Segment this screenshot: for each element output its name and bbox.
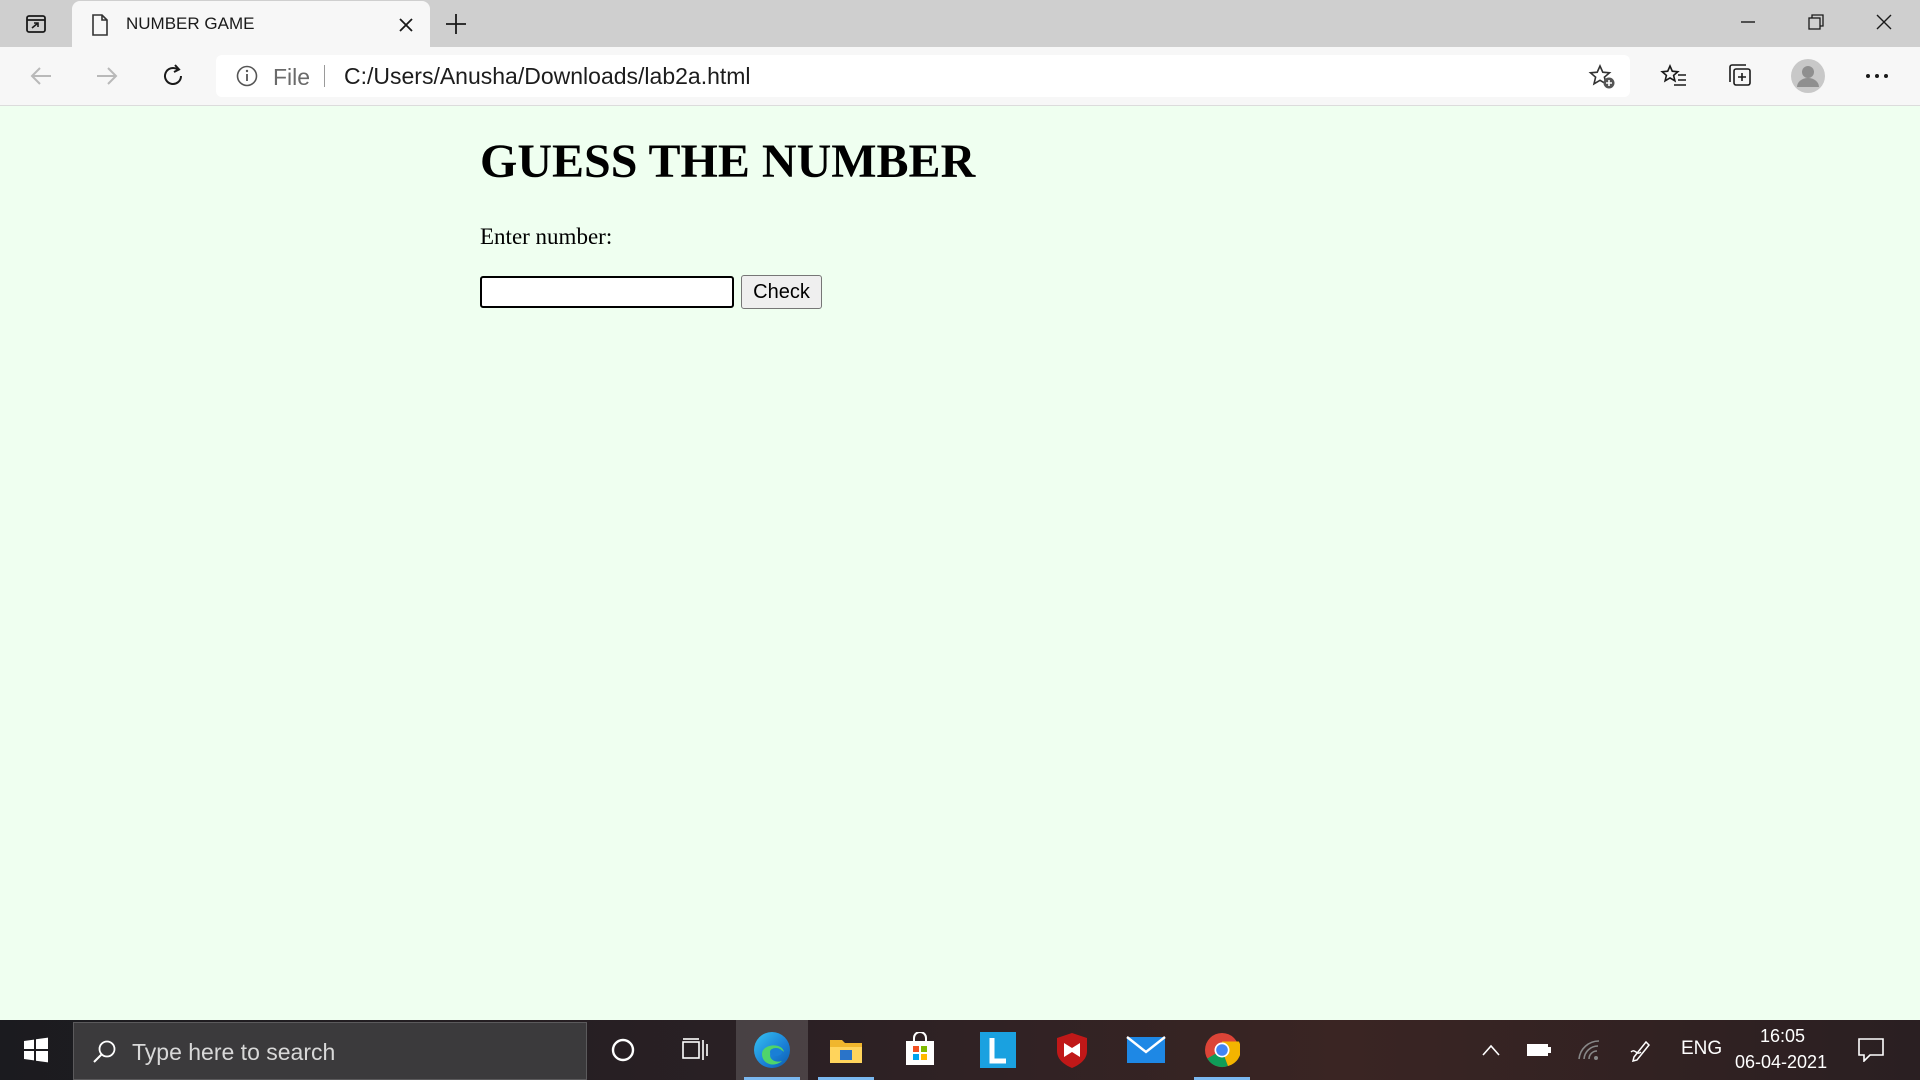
browser-window: NUMBER GAME File C:/Users/Anusha/Downloa… <box>0 0 1920 1080</box>
favorites-icon <box>1660 64 1686 86</box>
taskbar-search-box[interactable]: Type here to search <box>73 1022 587 1080</box>
taskbar-mail[interactable] <box>1110 1020 1182 1080</box>
plus-icon <box>446 14 466 34</box>
collections-button[interactable] <box>1721 58 1759 94</box>
browser-toolbar: File C:/Users/Anusha/Downloads/lab2a.htm… <box>0 47 1920 106</box>
taskbar-l-app[interactable] <box>962 1020 1034 1080</box>
more-menu-button[interactable] <box>1858 58 1896 94</box>
back-arrow-icon <box>30 67 51 85</box>
number-input[interactable] <box>480 276 734 308</box>
pen-icon <box>1630 1040 1651 1062</box>
edge-icon <box>754 1032 790 1068</box>
minimize-button[interactable] <box>1714 0 1782 44</box>
page-content: GUESS THE NUMBER Enter number: Check <box>0 106 1920 1020</box>
store-icon <box>906 1032 934 1065</box>
close-icon <box>399 18 413 32</box>
clock-time[interactable]: 16:05 <box>1760 1026 1805 1047</box>
address-separator <box>324 65 325 87</box>
tab-actions-icon <box>26 15 46 33</box>
cortana-icon <box>611 1038 635 1062</box>
l-app-icon <box>980 1032 1016 1068</box>
search-placeholder: Type here to search <box>132 1039 336 1065</box>
start-button[interactable] <box>0 1020 72 1080</box>
windows-logo-icon <box>24 1037 48 1063</box>
collections-icon <box>1729 64 1751 86</box>
task-view-button[interactable] <box>660 1020 732 1080</box>
mcafee-shield-icon <box>1057 1033 1087 1068</box>
chrome-icon <box>1205 1033 1240 1068</box>
info-icon[interactable] <box>236 65 258 87</box>
taskbar-mcafee[interactable] <box>1036 1020 1108 1080</box>
chevron-up-icon <box>1482 1044 1500 1056</box>
tab-strip: NUMBER GAME <box>0 0 1920 47</box>
folder-icon <box>830 1040 862 1063</box>
new-tab-button[interactable] <box>440 8 472 40</box>
address-scheme-label: File <box>273 64 311 90</box>
task-view-icon <box>682 1038 708 1060</box>
address-bar[interactable]: File C:/Users/Anusha/Downloads/lab2a.htm… <box>216 55 1630 97</box>
back-button[interactable] <box>22 58 60 94</box>
mail-icon <box>1126 1036 1166 1063</box>
notification-icon <box>1858 1038 1884 1062</box>
show-hidden-icons-button[interactable] <box>1476 1036 1506 1064</box>
forward-button[interactable] <box>88 58 126 94</box>
taskbar-chrome[interactable] <box>1186 1020 1258 1080</box>
action-center-button[interactable] <box>1856 1036 1886 1064</box>
taskbar-file-explorer[interactable] <box>810 1020 882 1080</box>
language-indicator[interactable]: ENG <box>1681 1038 1722 1060</box>
tab-actions-button[interactable] <box>14 9 58 39</box>
favorites-button[interactable] <box>1655 58 1693 94</box>
tab-title: NUMBER GAME <box>126 14 255 33</box>
address-url[interactable]: C:/Users/Anusha/Downloads/lab2a.html <box>344 63 751 90</box>
close-icon <box>1876 14 1892 30</box>
tab-active[interactable]: NUMBER GAME <box>72 1 430 47</box>
profile-button[interactable] <box>1789 58 1827 94</box>
page-icon <box>92 14 108 36</box>
restore-icon <box>1808 14 1824 30</box>
restore-button[interactable] <box>1782 0 1850 44</box>
minimize-icon <box>1741 21 1755 23</box>
search-icon <box>93 1040 116 1063</box>
page-title: GUESS THE NUMBER <box>480 135 976 188</box>
battery-icon <box>1527 1044 1551 1056</box>
pen-workspace-button[interactable] <box>1626 1036 1656 1064</box>
more-dots-icon <box>1866 74 1888 78</box>
check-button[interactable]: Check <box>741 275 822 309</box>
taskbar-microsoft-store[interactable] <box>884 1020 956 1080</box>
refresh-button[interactable] <box>154 58 192 94</box>
avatar <box>1791 59 1825 93</box>
wifi-icon <box>1578 1040 1600 1060</box>
clock-date[interactable]: 06-04-2021 <box>1735 1052 1827 1073</box>
add-favorite-icon[interactable] <box>1588 64 1616 90</box>
forward-arrow-icon <box>97 67 118 85</box>
number-input-label: Enter number: <box>480 224 613 249</box>
windows-taskbar: Type here to search ENG 16:05 06-04-2021 <box>0 1020 1920 1080</box>
refresh-icon <box>164 64 182 85</box>
cortana-button[interactable] <box>587 1020 659 1080</box>
tab-close-button[interactable] <box>394 13 418 37</box>
battery-button[interactable] <box>1524 1036 1554 1064</box>
close-window-button[interactable] <box>1850 0 1918 44</box>
taskbar-edge[interactable] <box>736 1020 808 1080</box>
network-button[interactable] <box>1574 1036 1604 1064</box>
